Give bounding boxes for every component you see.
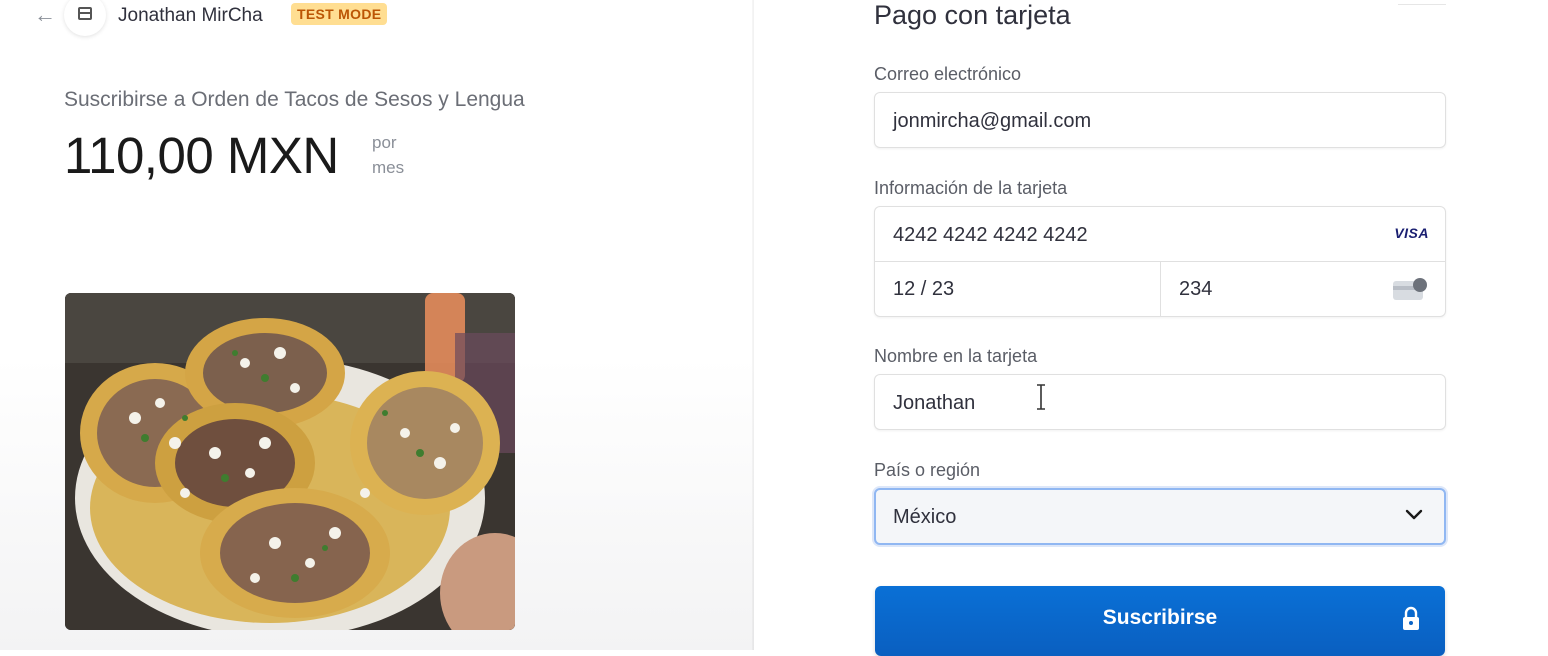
order-summary-panel: ← Jonathan MirCha TEST MODE Suscribirse … <box>0 0 754 650</box>
lock-icon <box>1401 606 1421 635</box>
tacos-photo <box>65 293 515 630</box>
merchant-name[interactable]: Jonathan MirCha <box>118 5 263 27</box>
card-expiry-field[interactable]: 12 / 23 <box>875 261 1161 316</box>
cvc-card-icon <box>1393 278 1427 300</box>
email-label: Correo electrónico <box>874 64 1022 84</box>
card-info-group: 4242 4242 4242 4242 VISA 12 / 23 234 <box>874 206 1446 317</box>
cardholder-name-field[interactable]: Jonathan <box>874 374 1446 430</box>
form-title: Pago con tarjeta <box>874 0 1071 30</box>
card-cvc-field[interactable]: 234 <box>1161 261 1445 316</box>
text-cursor-icon <box>1037 384 1045 410</box>
billing-interval: por mes <box>372 130 404 180</box>
interval-line-2: mes <box>372 158 405 177</box>
product-description: Suscribirse a Orden de Tacos de Sesos y … <box>64 88 525 111</box>
merchant-logo <box>64 0 106 36</box>
country-label: País o región <box>874 460 981 480</box>
name-label: Nombre en la tarjeta <box>874 346 1038 366</box>
card-info-label: Información de la tarjeta <box>874 178 1068 198</box>
card-cvc-value: 234 <box>1179 278 1213 300</box>
card-expiry-value: 12 / 23 <box>893 278 955 300</box>
card-number-value: 4242 4242 4242 4242 <box>893 224 1088 246</box>
email-field[interactable]: jonmircha@gmail.com <box>874 92 1446 148</box>
test-mode-badge: TEST MODE <box>291 3 388 25</box>
product-image <box>65 293 515 630</box>
email-value: jonmircha@gmail.com <box>893 110 1092 132</box>
country-value: México <box>893 506 957 528</box>
chevron-down-icon <box>1404 504 1424 524</box>
interval-line-1: por <box>372 133 397 152</box>
back-arrow-icon[interactable]: ← <box>34 4 56 26</box>
subscribe-button-label: Suscribirse <box>1102 606 1218 629</box>
corner-edge <box>1398 0 1446 5</box>
cardholder-name-value: Jonathan <box>893 392 976 414</box>
store-icon <box>78 7 92 20</box>
visa-icon: VISA <box>1394 225 1429 241</box>
subscribe-button[interactable]: Suscribirse <box>875 586 1445 656</box>
price-amount: 110,00 MXN <box>64 127 339 184</box>
country-select[interactable]: México <box>874 488 1446 545</box>
card-number-field[interactable]: 4242 4242 4242 4242 VISA <box>875 207 1445 262</box>
